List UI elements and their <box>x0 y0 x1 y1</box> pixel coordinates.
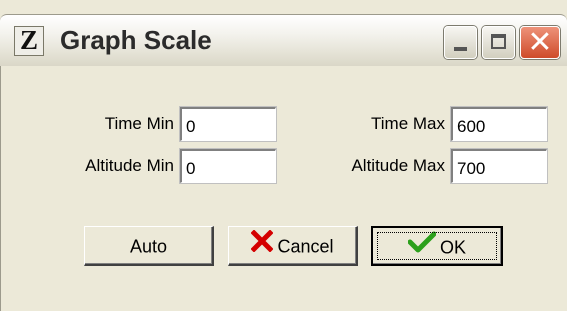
auto-button[interactable]: Auto <box>84 226 214 266</box>
close-button[interactable]: ✕ <box>520 26 560 59</box>
minimize-button[interactable] <box>444 26 477 59</box>
minimize-icon <box>454 47 467 51</box>
altitude-max-label: Altitude Max <box>351 156 445 175</box>
time-min-input[interactable] <box>180 107 276 141</box>
altitude-max-input[interactable] <box>451 149 547 183</box>
window-title: Graph Scale <box>60 25 212 55</box>
close-icon: ✕ <box>527 25 553 60</box>
title-bar[interactable]: Z Graph Scale ✕ <box>0 14 567 67</box>
app-logo-icon[interactable]: Z <box>14 26 44 56</box>
ok-button[interactable]: OK <box>371 226 503 266</box>
cancel-button[interactable]: Cancel <box>228 226 358 266</box>
graph-scale-dialog: Z Graph Scale ✕ Time Min Time Max Altitu… <box>0 0 567 311</box>
focus-rectangle <box>377 232 497 260</box>
dialog-body: Time Min Time Max Altitude Min Altitude … <box>0 66 567 311</box>
cancel-button-label: Cancel <box>277 236 334 257</box>
altitude-min-input[interactable] <box>180 149 276 183</box>
time-max-input[interactable] <box>451 107 547 141</box>
time-min-label: Time Min <box>104 114 174 133</box>
red-x-icon <box>250 228 275 264</box>
altitude-min-label: Altitude Min <box>85 156 174 175</box>
maximize-icon <box>491 34 506 49</box>
time-max-label: Time Max <box>371 114 445 133</box>
maximize-button[interactable] <box>482 26 515 59</box>
auto-button-label: Auto <box>129 236 168 257</box>
